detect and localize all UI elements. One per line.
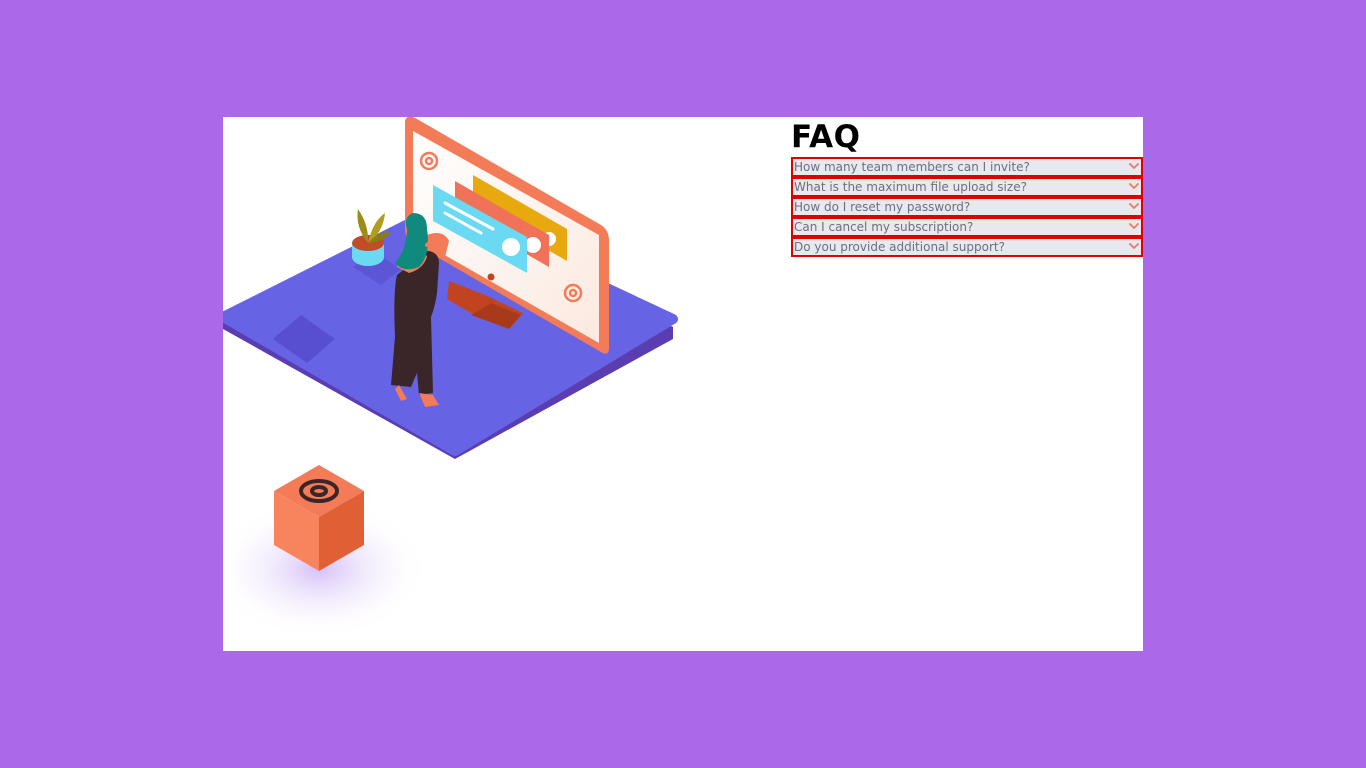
faq-title: FAQ (791, 119, 861, 155)
chevron-down-icon[interactable] (1128, 180, 1140, 192)
faq-item[interactable]: How many team members can I invite? (791, 157, 1143, 177)
faq-question: Can I cancel my subscription? (794, 220, 974, 234)
faq-question: Do you provide additional support? (794, 240, 1005, 254)
woman-online-illustration (223, 117, 678, 639)
faq-list: How many team members can I invite? What … (791, 157, 1143, 257)
faq-question: How many team members can I invite? (794, 160, 1030, 174)
faq-card: FAQ How many team members can I invite? W… (223, 117, 1143, 651)
faq-item[interactable]: Can I cancel my subscription? (791, 217, 1143, 237)
faq-section: FAQ How many team members can I invite? W… (791, 117, 1143, 257)
chevron-down-icon[interactable] (1128, 240, 1140, 252)
faq-question: How do I reset my password? (794, 200, 971, 214)
faq-question: What is the maximum file upload size? (794, 180, 1027, 194)
chevron-down-icon[interactable] (1128, 200, 1140, 212)
chevron-down-icon[interactable] (1128, 220, 1140, 232)
faq-item[interactable]: Do you provide additional support? (791, 237, 1143, 257)
faq-item[interactable]: How do I reset my password? (791, 197, 1143, 217)
faq-item[interactable]: What is the maximum file upload size? (791, 177, 1143, 197)
chevron-down-icon[interactable] (1128, 160, 1140, 172)
